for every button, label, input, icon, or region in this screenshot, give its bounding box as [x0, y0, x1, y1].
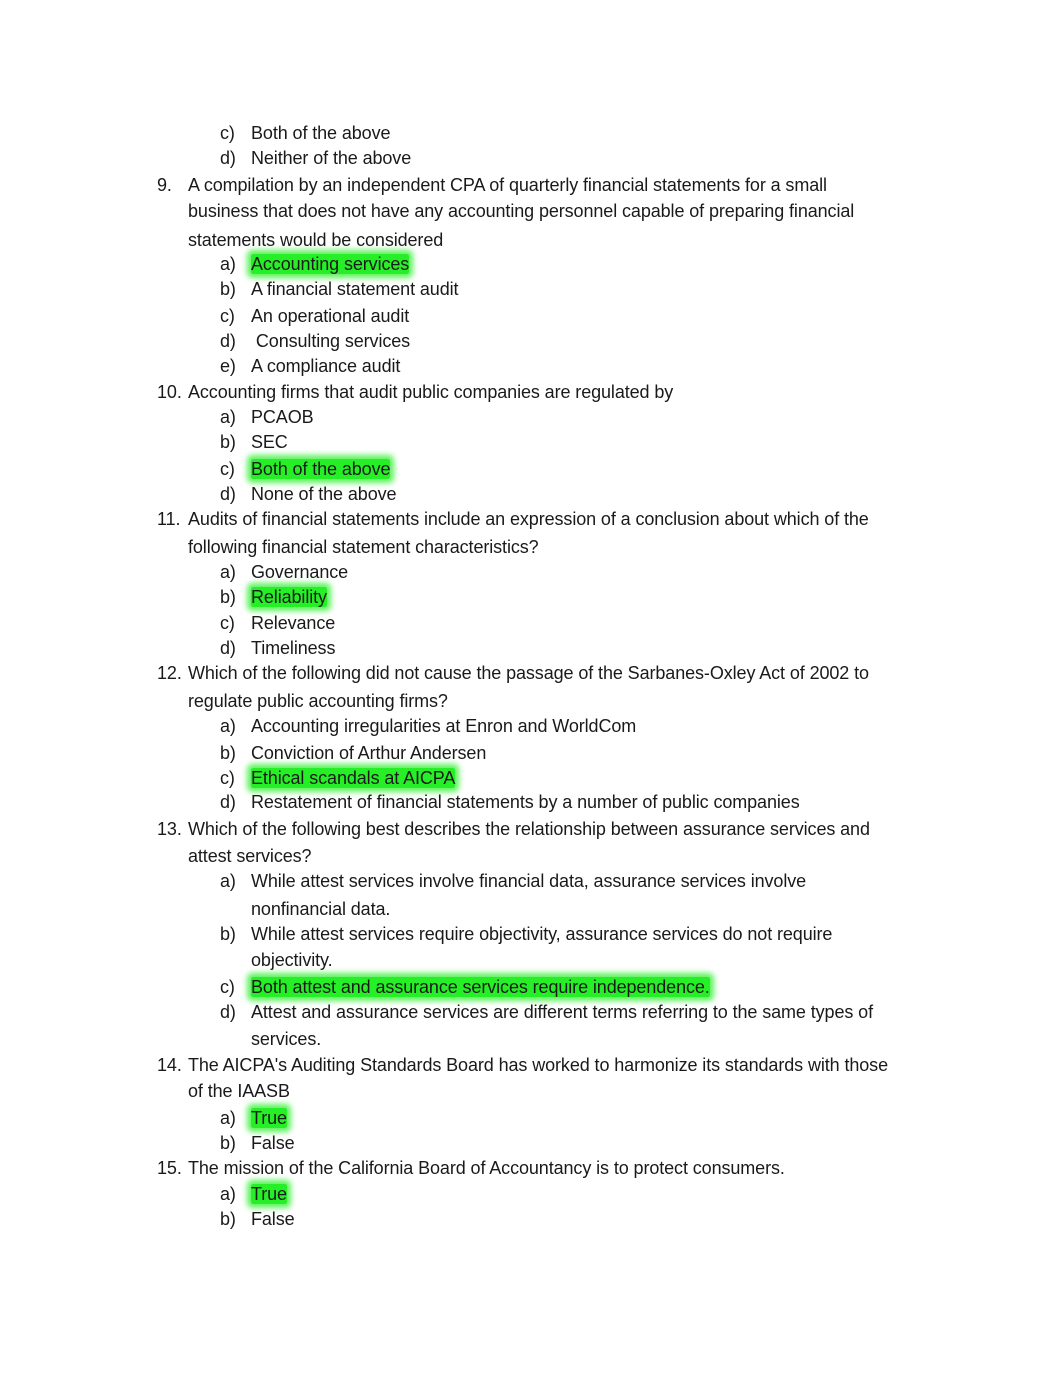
option-text: services.: [251, 1029, 322, 1049]
answer-highlight: True: [251, 1108, 287, 1128]
question-text: Which of the following best describes th…: [188, 819, 870, 839]
option-marker: a): [220, 716, 236, 736]
correct-option-text: True: [251, 1183, 287, 1205]
option-marker: b): [220, 432, 236, 452]
answer-highlight: Both of the above: [251, 459, 391, 479]
question-text: A compilation by an independent CPA of q…: [188, 175, 827, 195]
answer-highlight: True: [251, 1184, 287, 1204]
question-number: 11.: [157, 509, 181, 529]
question-text: Accounting firms that audit public compa…: [188, 382, 674, 402]
answer-highlight: Reliability: [251, 587, 327, 607]
question-number: 12.: [157, 663, 182, 683]
question-number: 10.: [157, 382, 182, 402]
option-marker: c): [220, 123, 235, 143]
option-marker: d): [220, 148, 236, 168]
option-marker: d): [220, 484, 236, 504]
option-marker: e): [220, 356, 236, 376]
option-text: Relevance: [251, 613, 336, 633]
question-text: regulate public accounting firms?: [188, 691, 448, 711]
correct-option-text: True: [251, 1107, 287, 1129]
answer-highlight: Ethical scandals at AICPA: [251, 768, 456, 788]
option-text: While attest services require objectivit…: [251, 924, 833, 944]
question-text: following financial statement characteri…: [188, 537, 539, 557]
correct-option-text: Both attest and assurance services requi…: [251, 976, 710, 998]
option-text: False: [251, 1133, 295, 1153]
option-text: Restatement of financial statements by a…: [251, 792, 800, 812]
option-text: SEC: [251, 432, 288, 452]
option-marker: d): [220, 331, 236, 351]
question-text: Which of the following did not cause the…: [188, 663, 869, 683]
option-text: Accounting irregularities at Enron and W…: [251, 716, 637, 736]
question-text: business that does not have any accounti…: [188, 201, 855, 221]
option-text: Timeliness: [251, 638, 336, 658]
option-marker: a): [220, 407, 236, 427]
option-marker: b): [220, 1209, 236, 1229]
option-marker: c): [220, 977, 235, 997]
option-marker: c): [220, 306, 235, 326]
correct-option-text: Ethical scandals at AICPA: [251, 767, 455, 789]
option-text: nonfinancial data.: [251, 899, 391, 919]
option-marker: c): [220, 459, 235, 479]
option-text: Governance: [251, 562, 349, 582]
option-marker: b): [220, 743, 236, 763]
option-marker: b): [220, 1133, 236, 1153]
question-number: 13.: [157, 819, 182, 839]
option-text: PCAOB: [251, 407, 314, 427]
option-marker: a): [220, 562, 236, 582]
question-text: The AICPA's Auditing Standards Board has…: [188, 1055, 888, 1075]
question-text: The mission of the California Board of A…: [188, 1158, 785, 1178]
question-text: of the IAASB: [188, 1081, 290, 1101]
option-marker: a): [220, 1108, 236, 1128]
option-text: An operational audit: [251, 306, 410, 326]
option-marker: b): [220, 587, 236, 607]
question-text: Audits of financial statements include a…: [188, 509, 869, 529]
question-text: attest services?: [188, 846, 312, 866]
question-number: 15.: [157, 1158, 182, 1178]
answer-highlight: Both attest and assurance services requi…: [251, 977, 710, 997]
option-text: False: [251, 1209, 295, 1229]
question-number: 9.: [157, 175, 172, 195]
question-text: statements would be considered: [188, 230, 444, 250]
option-text: While attest services involve financial …: [251, 871, 807, 891]
option-text: Consulting services: [251, 331, 411, 351]
option-text: A financial statement audit: [251, 279, 459, 299]
option-text: Conviction of Arthur Andersen: [251, 743, 487, 763]
option-text: Both of the above: [251, 123, 391, 143]
option-text: objectivity.: [251, 950, 333, 970]
answer-highlight: Accounting services: [251, 254, 410, 274]
question-number: 14.: [157, 1055, 182, 1075]
option-marker: a): [220, 254, 236, 274]
correct-option-text: Reliability: [251, 586, 327, 608]
option-marker: a): [220, 871, 236, 891]
option-marker: b): [220, 279, 236, 299]
option-text: None of the above: [251, 484, 397, 504]
option-marker: d): [220, 1002, 236, 1022]
option-marker: b): [220, 924, 236, 944]
option-marker: a): [220, 1184, 236, 1204]
option-marker: d): [220, 792, 236, 812]
option-text: A compliance audit: [251, 356, 401, 376]
option-marker: d): [220, 638, 236, 658]
option-text: Neither of the above: [251, 148, 412, 168]
option-marker: c): [220, 768, 235, 788]
correct-option-text: Accounting services: [251, 253, 409, 275]
option-marker: c): [220, 613, 235, 633]
document-page: c) Both of the above d) Neither of the abov…: [0, 0, 1062, 1376]
option-text: Attest and assurance services are differ…: [251, 1002, 873, 1022]
correct-option-text: Both of the above: [251, 458, 391, 480]
